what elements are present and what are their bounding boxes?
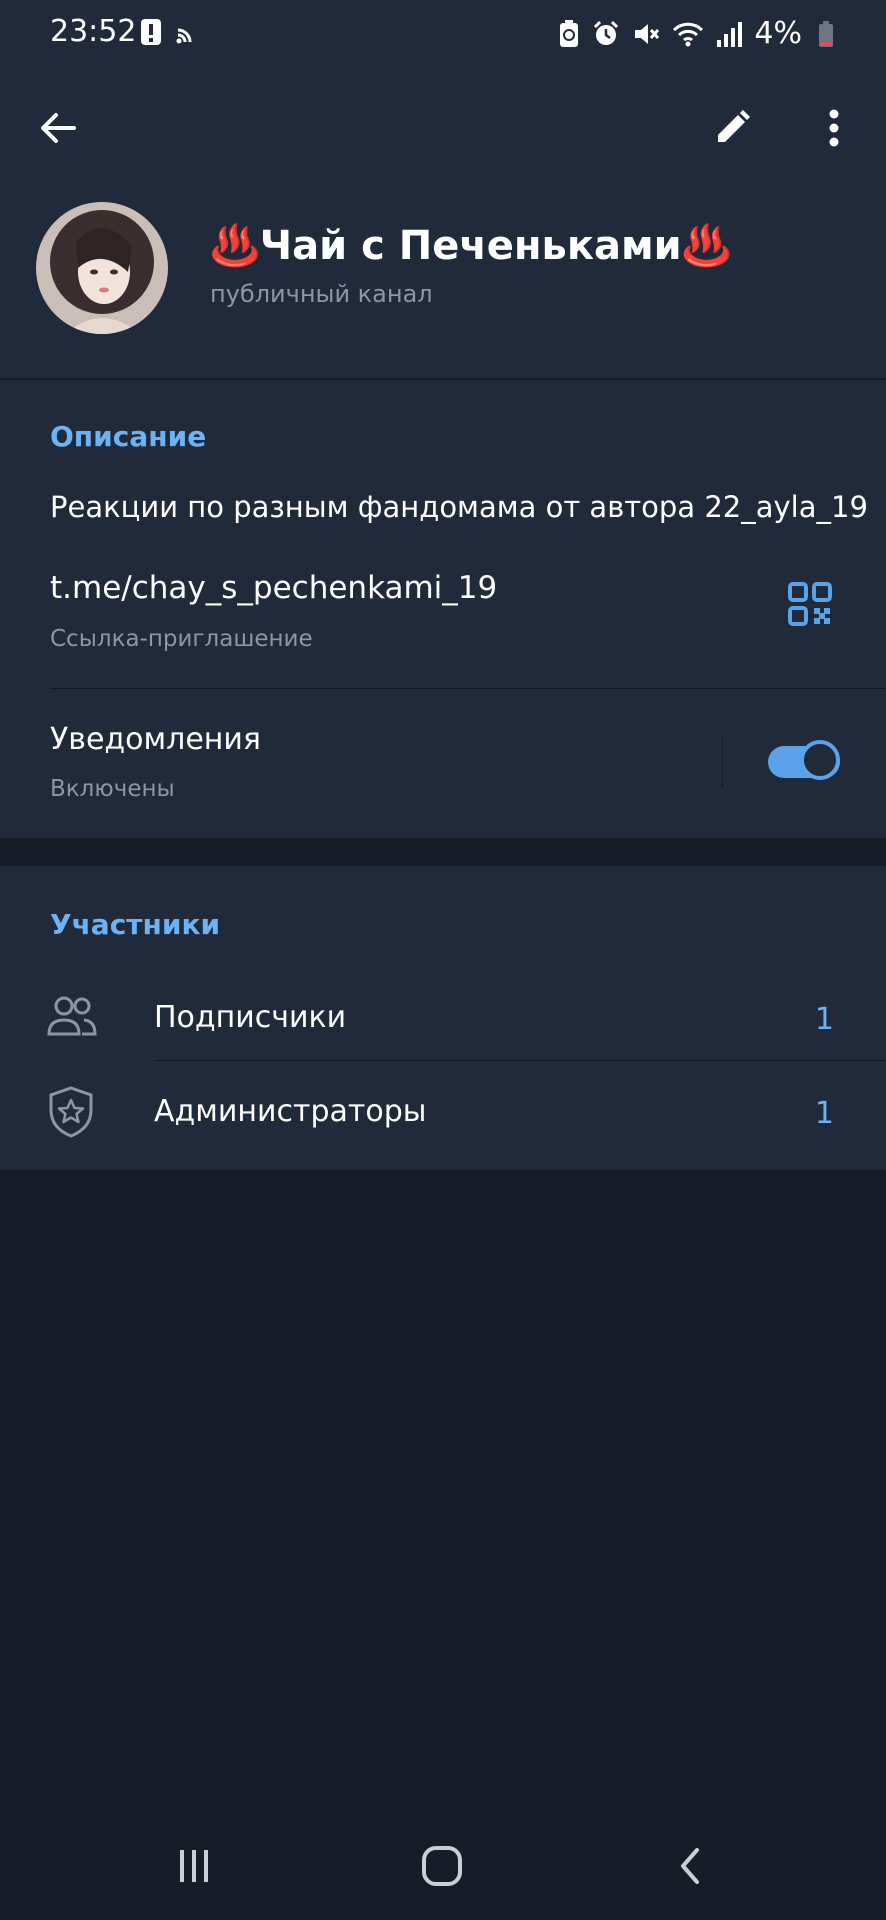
battery-percent: 4%	[754, 16, 802, 51]
status-time: 23:52	[50, 14, 137, 49]
alert-icon	[141, 19, 161, 45]
back-button[interactable]	[28, 98, 88, 158]
administrators-row[interactable]: Администраторы 1	[0, 1062, 886, 1170]
battery-saver-icon	[560, 19, 579, 47]
notifications-row[interactable]: Уведомления Включены	[0, 690, 886, 838]
recents-icon	[180, 1850, 208, 1882]
more-vertical-icon	[829, 109, 839, 147]
recents-button[interactable]	[164, 1836, 224, 1896]
system-navbar	[0, 1800, 886, 1920]
home-icon	[422, 1846, 462, 1886]
mute-icon	[635, 23, 660, 44]
signal-icon	[717, 21, 743, 47]
notifications-status: Включены	[50, 776, 175, 802]
pencil-icon	[718, 110, 750, 142]
divider	[50, 688, 886, 689]
arrow-left-icon	[41, 113, 76, 143]
notifications-label: Уведомления	[50, 722, 261, 757]
cast-icon	[176, 28, 192, 44]
profile-header: 23:52 4% ♨️Чай с Печеньками♨️ публичный …	[0, 0, 886, 378]
toolbar	[0, 90, 886, 166]
divider	[154, 1060, 886, 1061]
people-icon	[47, 996, 97, 1036]
channel-name: ♨️Чай с Печеньками♨️	[210, 223, 732, 269]
members-section: Участники Подписчики 1 Администраторы 1	[0, 866, 886, 1170]
status-right-icons: 4%	[558, 16, 834, 51]
administrators-label: Администраторы	[154, 1094, 427, 1129]
shield-star-icon	[49, 1086, 93, 1138]
info-section-title: Описание	[50, 420, 207, 453]
chevron-left-icon	[681, 1848, 699, 1884]
administrators-count: 1	[814, 1096, 834, 1131]
channel-type: публичный канал	[210, 280, 433, 308]
alarm-icon	[594, 20, 619, 45]
invite-link-caption: Ссылка-приглашение	[50, 626, 313, 652]
battery-icon	[819, 20, 833, 47]
vertical-divider	[722, 736, 723, 788]
members-section-title: Участники	[50, 908, 221, 941]
edit-button[interactable]	[702, 98, 762, 158]
notifications-toggle-knob	[800, 740, 840, 780]
more-button[interactable]	[804, 98, 864, 158]
status-left-icons	[140, 18, 200, 46]
channel-avatar[interactable]	[36, 202, 168, 334]
subscribers-row[interactable]: Подписчики 1	[0, 966, 886, 1072]
screen: 23:52 4% ♨️Чай с Печеньками♨️ публичный …	[0, 0, 886, 1920]
invite-link-row[interactable]: t.me/chay_s_pechenkami_19 Ссылка-приглаш…	[0, 546, 886, 666]
home-button[interactable]	[412, 1836, 472, 1896]
status-bar: 23:52 4%	[0, 0, 886, 66]
nav-back-button[interactable]	[660, 1836, 720, 1896]
invite-link[interactable]: t.me/chay_s_pechenkami_19	[50, 570, 497, 606]
wifi-icon	[673, 22, 704, 46]
qr-code-icon	[788, 582, 832, 626]
channel-description: Реакции по разным фандомама от автора 22…	[50, 490, 868, 524]
qr-code-button[interactable]	[780, 574, 840, 634]
subscribers-count: 1	[814, 1002, 834, 1037]
info-section: Описание Реакции по разным фандомама от …	[0, 380, 886, 838]
avatar-image	[36, 202, 168, 334]
subscribers-label: Подписчики	[154, 1000, 347, 1035]
